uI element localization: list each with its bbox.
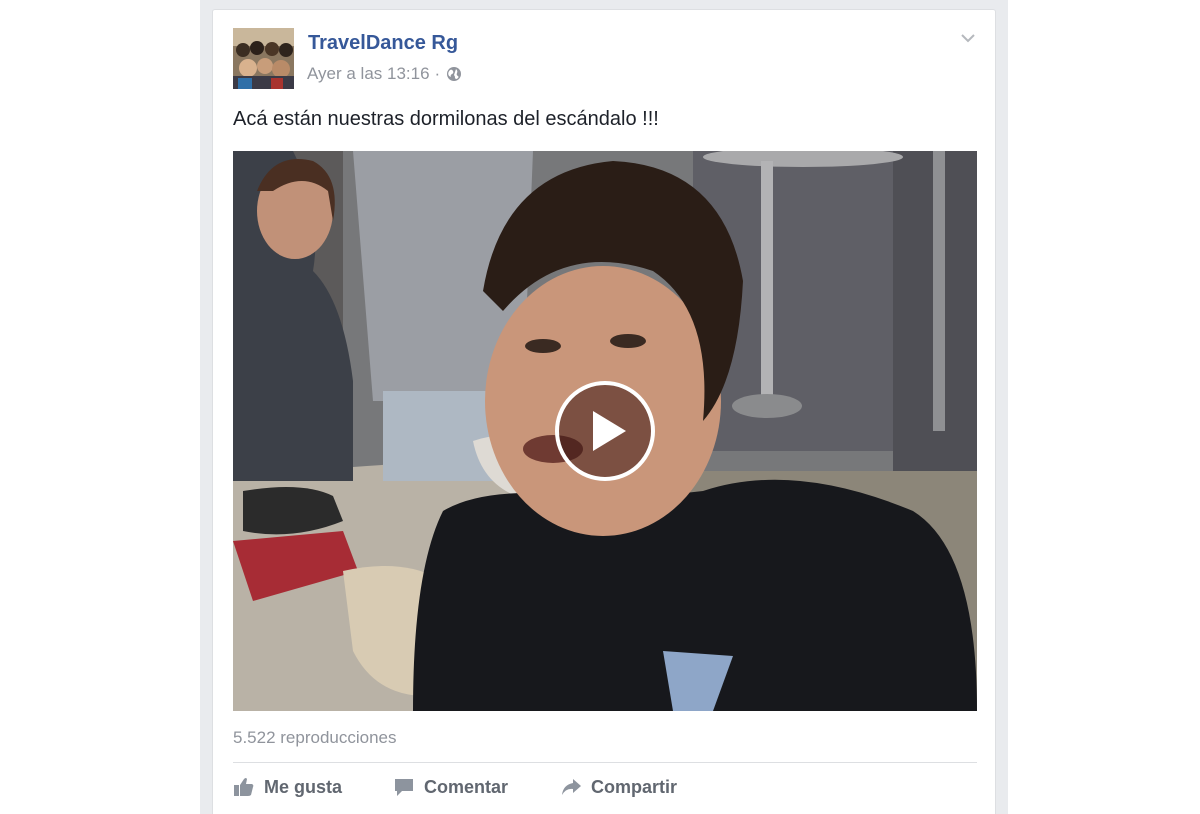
video-player[interactable] (233, 151, 977, 711)
views-count: 5.522 reproducciones (233, 728, 397, 747)
avatar-image (233, 28, 294, 89)
share-label: Compartir (591, 776, 678, 797)
thumbs-up-icon (234, 778, 254, 796)
comment-icon (395, 779, 413, 796)
post-card: TravelDance Rg Ayer a las 13:16 · Acá es… (212, 9, 996, 814)
like-button[interactable]: Me gusta (233, 772, 342, 802)
play-icon (593, 411, 626, 451)
play-button[interactable] (555, 381, 655, 481)
avatar[interactable] (233, 28, 294, 89)
post-timestamp[interactable]: Ayer a las 13:16 (307, 64, 430, 84)
like-label: Me gusta (264, 776, 343, 797)
comment-label: Comentar (424, 776, 509, 797)
share-icon (562, 779, 581, 795)
post-meta: Ayer a las 13:16 · (307, 64, 462, 84)
divider (233, 762, 977, 763)
post-text: Acá están nuestras dormilonas del escánd… (233, 108, 659, 130)
globe-icon[interactable] (446, 66, 462, 82)
meta-separator: · (434, 64, 441, 83)
share-button[interactable]: Compartir (560, 772, 677, 802)
post-actions: Me gusta Comentar Compartir (233, 772, 977, 802)
chevron-down-icon[interactable] (959, 31, 977, 45)
comment-button[interactable]: Comentar (393, 772, 508, 802)
author-name[interactable]: TravelDance Rg (308, 32, 458, 55)
